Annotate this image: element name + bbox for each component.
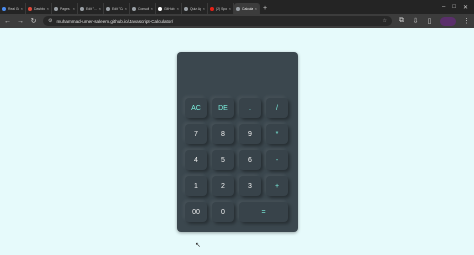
browser-tab[interactable]: Quiz App× [182, 3, 208, 14]
site-info-icon[interactable]: ⚙ [48, 18, 52, 24]
browser-tab[interactable]: (2) Spo…× [208, 3, 234, 14]
seven-button[interactable]: 7 [185, 124, 207, 144]
tab-label: Quiz App [190, 6, 201, 11]
calculator: AC DE./7 8 9 * 4 5 6-1 2 3 +00 0 = [177, 52, 298, 232]
toolbar-actions: ⧉ ⇩ ▯ ⋮ [398, 16, 470, 26]
equals-button[interactable]: = [239, 202, 288, 222]
tab-label: GitHub… [164, 6, 175, 11]
tab-label: Real Go… [8, 6, 19, 11]
browser-tab[interactable]: Pages …× [52, 3, 78, 14]
multiply-button[interactable]: * [266, 124, 288, 144]
delete-button[interactable]: DE [212, 98, 234, 118]
tab-favicon-icon [54, 6, 58, 11]
tab-list: Real Go…×Dashboard…×Pages …×Edit "…"×Edi… [0, 0, 260, 14]
five-button[interactable]: 5 [212, 150, 234, 170]
zero-button[interactable]: 0 [212, 202, 234, 222]
calculator-display [185, 62, 290, 92]
tab-close-icon[interactable]: × [21, 6, 23, 11]
double-zero-button[interactable]: 00 [185, 202, 207, 222]
tab-strip: Real Go…×Dashboard…×Pages …×Edit "…"×Edi… [0, 0, 474, 14]
url-input[interactable]: ⚙ muhammad-umer-saleem.github.io/Javascr… [43, 16, 392, 26]
sidebar-icon[interactable]: ▯ [426, 17, 433, 25]
tab-close-icon[interactable]: × [47, 6, 49, 11]
tab-label: Consult … [138, 6, 149, 11]
mouse-cursor-icon: ↖ [195, 242, 201, 249]
tab-close-icon[interactable]: × [255, 6, 257, 11]
window-controls: – □ ✕ [442, 4, 474, 11]
eight-button[interactable]: 8 [212, 124, 234, 144]
tab-close-icon[interactable]: × [229, 6, 231, 11]
tab-close-icon[interactable]: × [125, 6, 127, 11]
downloads-icon[interactable]: ⇩ [412, 17, 419, 25]
tab-close-icon[interactable]: × [203, 6, 205, 11]
maximize-icon[interactable]: □ [452, 4, 456, 11]
tab-favicon-icon [158, 6, 162, 11]
bookmark-star-icon[interactable]: ☆ [383, 18, 387, 24]
divide-button[interactable]: / [266, 98, 288, 118]
close-icon[interactable]: ✕ [463, 4, 468, 11]
two-button[interactable]: 2 [212, 176, 234, 196]
tab-close-icon[interactable]: × [99, 6, 101, 11]
six-button[interactable]: 6 [239, 150, 261, 170]
tab-label: Calculat… [242, 6, 253, 11]
tab-favicon-icon [106, 6, 110, 11]
minus-button[interactable]: - [266, 150, 288, 170]
one-button[interactable]: 1 [185, 176, 207, 196]
four-button[interactable]: 4 [185, 150, 207, 170]
tab-label: Edit "Ca… [112, 6, 123, 11]
tab-favicon-icon [184, 6, 188, 11]
plus-button[interactable]: + [266, 176, 288, 196]
browser-tab[interactable]: Real Go…× [0, 3, 26, 14]
tab-favicon-icon [132, 6, 136, 11]
tab-close-icon[interactable]: × [73, 6, 75, 11]
extensions-icon[interactable]: ⧉ [398, 17, 405, 25]
browser-tab[interactable]: Consult …× [130, 3, 156, 14]
browser-tab[interactable]: Edit "…"× [78, 3, 104, 14]
tab-close-icon[interactable]: × [177, 6, 179, 11]
tab-favicon-icon [236, 6, 240, 11]
back-icon[interactable]: ← [4, 18, 11, 25]
decimal-button[interactable]: . [239, 98, 261, 118]
browser-tab[interactable]: Calculat…× [234, 3, 260, 14]
forward-icon[interactable]: → [17, 18, 24, 25]
browser-tab[interactable]: GitHub…× [156, 3, 182, 14]
tab-label: Edit "…" [86, 6, 97, 11]
minimize-icon[interactable]: – [442, 4, 445, 11]
url-text: muhammad-umer-saleem.github.io/Javascrip… [56, 18, 174, 24]
three-button[interactable]: 3 [239, 176, 261, 196]
new-tab-button[interactable]: + [260, 5, 270, 12]
tab-close-icon[interactable]: × [151, 6, 153, 11]
reload-icon[interactable]: ↻ [30, 17, 37, 25]
browser-tab[interactable]: Edit "Ca…× [104, 3, 130, 14]
menu-icon[interactable]: ⋮ [463, 17, 470, 25]
tab-favicon-icon [210, 6, 214, 11]
tab-label: Pages … [60, 6, 71, 11]
ac-button[interactable]: AC [185, 98, 207, 118]
address-bar: ← → ↻ ⚙ muhammad-umer-saleem.github.io/J… [0, 14, 474, 28]
tab-label: Dashboard… [34, 6, 45, 11]
nine-button[interactable]: 9 [239, 124, 261, 144]
tab-favicon-icon [28, 6, 32, 11]
tab-favicon-icon [80, 6, 84, 11]
tab-favicon-icon [2, 6, 6, 11]
profile-button[interactable] [440, 16, 456, 26]
browser-tab[interactable]: Dashboard…× [26, 3, 52, 14]
tab-label: (2) Spo… [216, 6, 227, 11]
